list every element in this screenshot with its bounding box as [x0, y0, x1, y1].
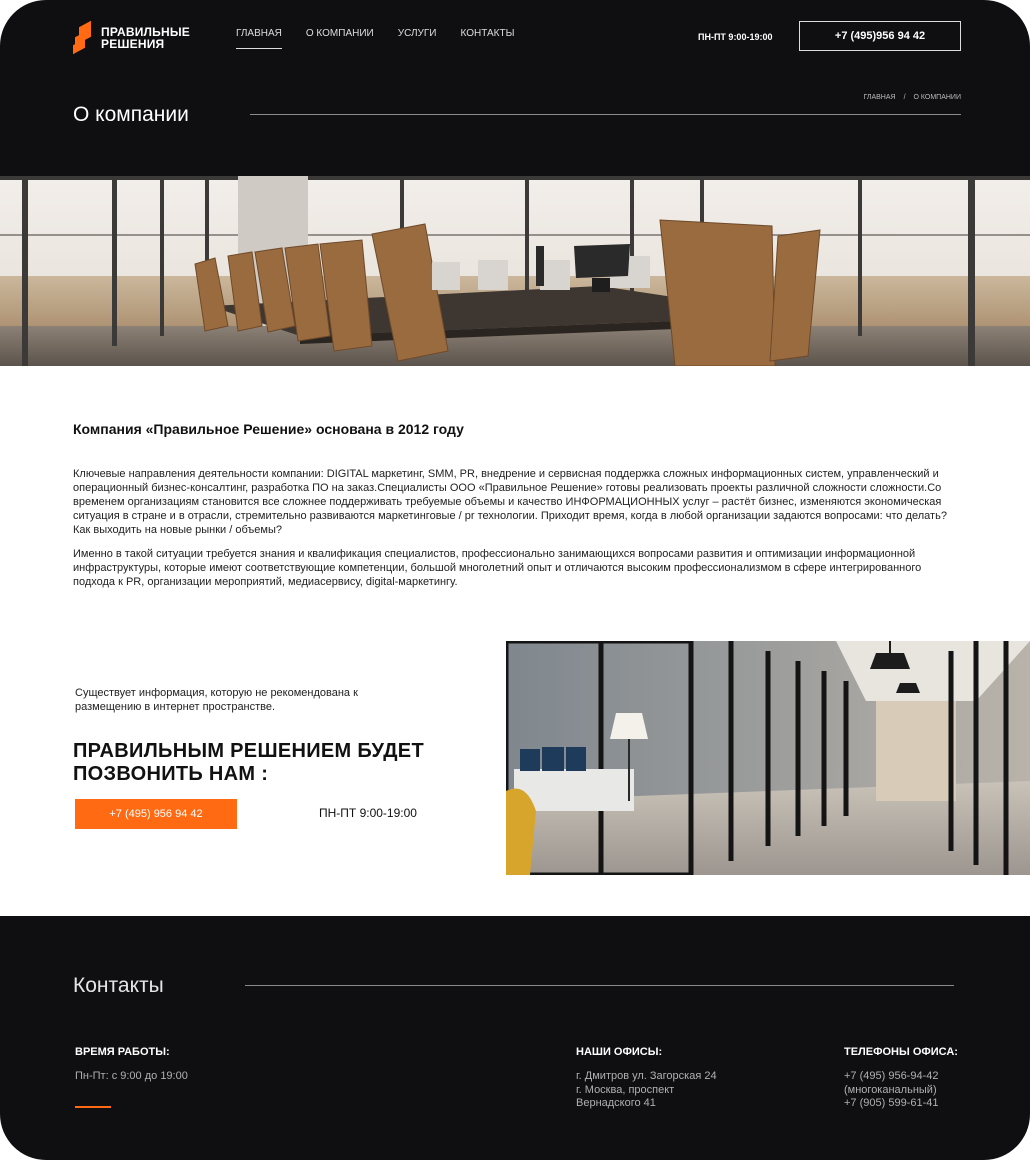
breadcrumb-current: О КОМПАНИИ: [913, 94, 961, 101]
header-phone-button[interactable]: +7 (495)956 94 42: [799, 21, 961, 51]
phone-line-3[interactable]: +7 (905) 599-61-41: [844, 1097, 938, 1111]
offices-title: НАШИ ОФИСЫ:: [576, 1046, 663, 1058]
about-paragraph-1: Ключевые направления деятельности компан…: [73, 468, 947, 536]
logo-mark-icon: [73, 20, 95, 55]
contacts-title: Контакты: [73, 974, 164, 997]
about-paragraph-2: Именно в такой ситуации требуется знания…: [73, 548, 922, 588]
offices-text: г. Дмитров ул. Загорская 24 г. Москва, п…: [576, 1070, 717, 1111]
logo-text: ПРАВИЛЬНЫЕ РЕШЕНИЯ: [101, 26, 190, 50]
main-nav: ГЛАВНАЯ О КОМПАНИИ УСЛУГИ КОНТАКТЫ: [236, 28, 514, 49]
breadcrumb-separator: /: [903, 94, 906, 101]
contacts-divider: [245, 985, 954, 986]
work-hours-title: ВРЕМЯ РАБОТЫ:: [75, 1046, 170, 1058]
nav-item-home[interactable]: ГЛАВНАЯ: [236, 28, 282, 49]
cta-title: ПРАВИЛЬНЫМ РЕШЕНИЕМ БУДЕТ ПОЗВОНИТЬ НАМ …: [73, 740, 424, 785]
nav-item-services[interactable]: УСЛУГИ: [398, 28, 437, 49]
office-line-1: г. Дмитров ул. Загорская 24: [576, 1070, 717, 1082]
phone-line-2: (многоканальный): [844, 1083, 937, 1096]
page-frame: ПРАВИЛЬНЫЕ РЕШЕНИЯ ГЛАВНАЯ О КОМПАНИИ УС…: [0, 0, 1030, 1160]
office-corridor-image: [506, 641, 1030, 875]
cta-phone-button[interactable]: +7 (495) 956 94 42: [75, 799, 237, 829]
nav-item-about[interactable]: О КОМПАНИИ: [306, 28, 374, 49]
about-heading: Компания «Правильное Решение» основана в…: [73, 421, 464, 437]
logo[interactable]: ПРАВИЛЬНЫЕ РЕШЕНИЯ: [73, 20, 190, 55]
title-divider: [250, 114, 961, 115]
hero-conference-room-image: [0, 176, 1030, 366]
phones-title: ТЕЛЕФОНЫ ОФИСА:: [844, 1046, 958, 1058]
office-line-3: Вернадского 41: [576, 1097, 656, 1109]
cta-hours: ПН-ПТ 9:00-19:00: [319, 806, 417, 820]
phone-line-1[interactable]: +7 (495) 956-94-42: [844, 1070, 938, 1084]
breadcrumb: ГЛАВНАЯ / О КОМПАНИИ: [863, 94, 961, 101]
site-header: ПРАВИЛЬНЫЕ РЕШЕНИЯ ГЛАВНАЯ О КОМПАНИИ УС…: [0, 0, 1030, 176]
cta-note: Существует информация, которую не рекоме…: [75, 687, 358, 713]
breadcrumb-home[interactable]: ГЛАВНАЯ: [863, 94, 895, 101]
logo-line2: РЕШЕНИЯ: [101, 37, 165, 51]
header-hours: ПН-ПТ 9:00-19:00: [698, 32, 773, 42]
accent-bar: [75, 1106, 111, 1108]
page-title: О компании: [73, 103, 189, 126]
office-line-2: г. Москва, проспект: [576, 1083, 675, 1096]
work-hours-text: Пн-Пт: с 9:00 до 19:00: [75, 1070, 188, 1082]
site-footer: Контакты ВРЕМЯ РАБОТЫ: Пн-Пт: с 9:00 до …: [0, 916, 1030, 1160]
nav-item-contacts[interactable]: КОНТАКТЫ: [460, 28, 514, 49]
phones-text: +7 (495) 956-94-42 (многоканальный) +7 (…: [844, 1070, 938, 1111]
